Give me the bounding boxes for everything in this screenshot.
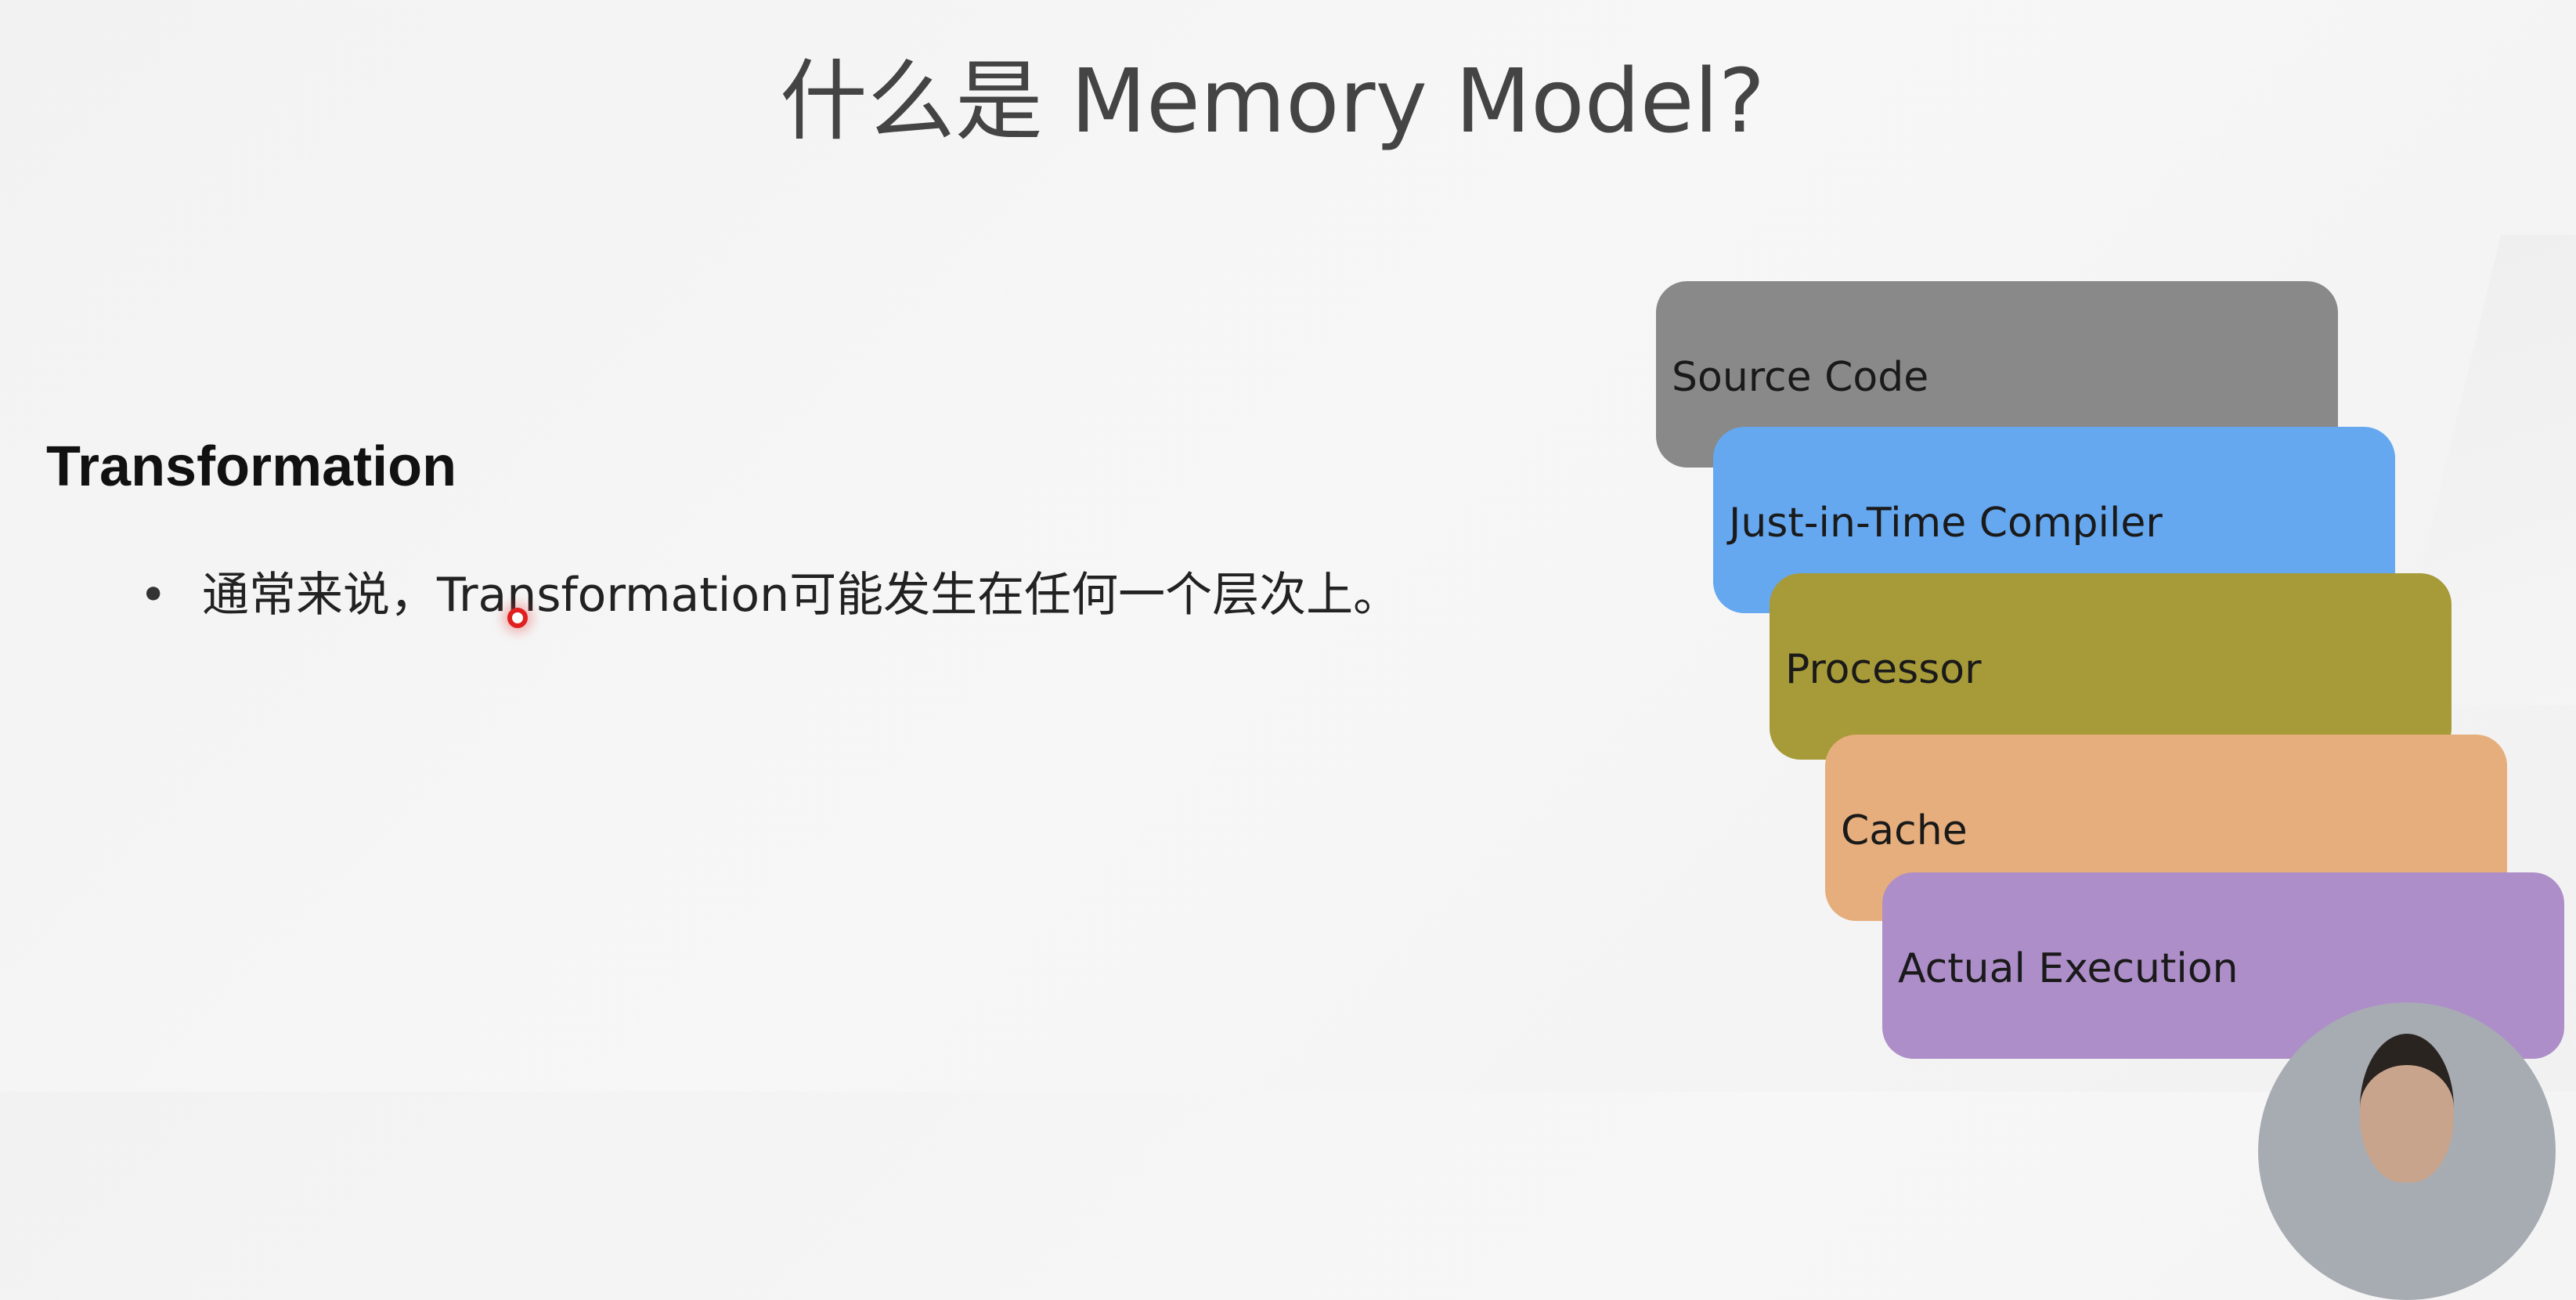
- bullet-item: • 通常来说，Transformation可能发生在任何一个层次上。: [139, 558, 1470, 633]
- layer-label: Source Code: [1672, 354, 1929, 401]
- laser-pointer-icon: [507, 608, 528, 628]
- presenter-avatar: [2360, 1034, 2454, 1183]
- layer-label: Actual Execution: [1898, 945, 2239, 992]
- layer-label: Processor: [1785, 646, 1982, 693]
- bullet-text: 通常来说，Transformation可能发生在任何一个层次上。: [202, 568, 1401, 623]
- slide-title: 什么是 Memory Model?: [779, 51, 1766, 153]
- presenter-webcam: [2258, 1002, 2556, 1300]
- layer-processor: Processor: [1770, 573, 2452, 760]
- layer-label: Just-in-Time Compiler: [1729, 500, 2163, 547]
- bullet-dot-icon: •: [139, 568, 168, 623]
- section-heading: Transformation: [46, 435, 457, 498]
- layer-label: Cache: [1841, 807, 1968, 854]
